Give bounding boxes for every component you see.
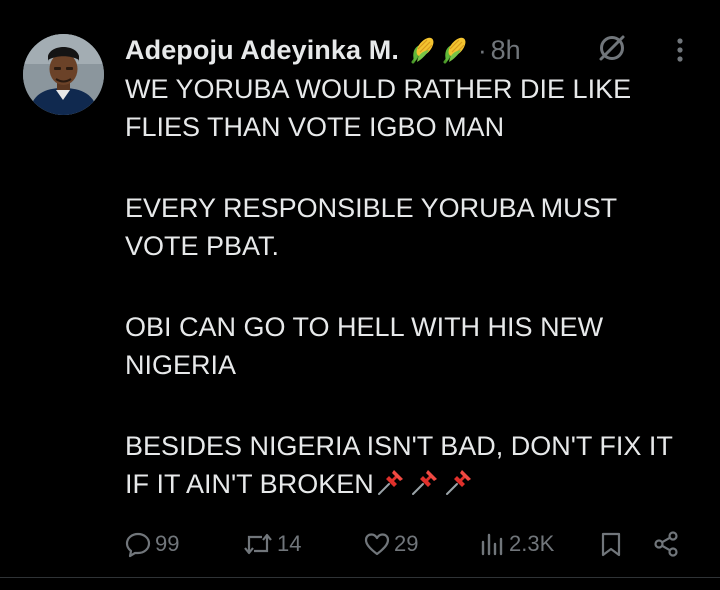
heart-icon (364, 533, 390, 556)
views-icon (481, 533, 503, 556)
grok-icon[interactable] (596, 32, 628, 64)
corn-emoji-icon (443, 37, 466, 64)
pushpin-emojis (376, 467, 474, 497)
tweet-header: Adepoju Adeyinka M. · 8h (125, 33, 521, 67)
corn-emoji-icon (411, 37, 434, 64)
reply-icon (125, 532, 151, 558)
bookmark-icon (601, 532, 621, 557)
tweet[interactable]: Adepoju Adeyinka M. · 8h WE YORUBA WOULD… (0, 0, 720, 590)
like-button[interactable]: 29 (363, 530, 418, 558)
share-button[interactable] (652, 530, 680, 558)
repost-count: 14 (277, 531, 302, 556)
bookmark-button[interactable] (598, 530, 624, 558)
tweet-paragraph-last: BESIDES NIGERIA ISN'T BAD, DON'T FIX IT … (125, 428, 695, 503)
author-name[interactable]: Adepoju Adeyinka M. (125, 35, 399, 66)
pushpin-emoji-icon (445, 469, 471, 495)
views-button[interactable]: 2.3K (478, 530, 554, 558)
timestamp[interactable]: 8h (491, 35, 521, 66)
divider (0, 577, 720, 578)
tweet-paragraph: OBI CAN GO TO HELL WITH HIS NEW NIGERIA (125, 312, 604, 380)
pushpin-emoji-icon (377, 469, 403, 495)
pushpin-emoji-icon (411, 469, 437, 495)
repost-button[interactable]: 14 (242, 530, 301, 558)
reply-count: 99 (155, 531, 180, 556)
like-count: 29 (394, 531, 419, 556)
tweet-paragraph: EVERY RESPONSIBLE YORUBA MUST VOTE PBAT. (125, 193, 617, 261)
tweet-text: WE YORUBA WOULD RATHER DIE LIKE FLIES TH… (125, 71, 695, 503)
tweet-paragraph: WE YORUBA WOULD RATHER DIE LIKE FLIES TH… (125, 74, 632, 142)
avatar[interactable] (23, 34, 104, 115)
reply-button[interactable]: 99 (124, 530, 179, 558)
repost-icon (244, 533, 272, 555)
more-options-icon[interactable] (668, 36, 692, 64)
action-bar: 99 14 29 2.3K (0, 522, 720, 566)
share-icon (654, 531, 678, 557)
view-count: 2.3K (509, 531, 555, 556)
separator-dot: · (477, 34, 487, 65)
author-badges (408, 35, 470, 65)
